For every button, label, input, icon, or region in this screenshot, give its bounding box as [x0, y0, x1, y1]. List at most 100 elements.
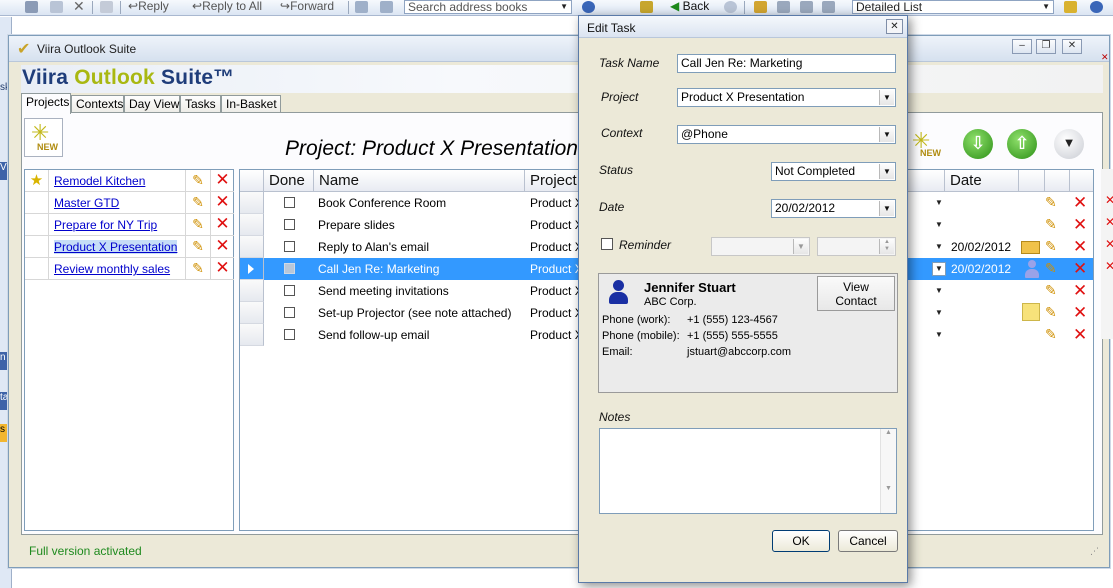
notes-textarea[interactable]: ▲ ▼: [599, 428, 897, 514]
back-button[interactable]: ◀ Back: [670, 0, 709, 15]
done-checkbox[interactable]: [284, 219, 295, 230]
pencil-icon[interactable]: ✎: [1045, 326, 1057, 343]
project-link[interactable]: Review monthly sales: [54, 262, 170, 276]
delete-x-icon[interactable]: ✕: [1073, 281, 1087, 301]
delete-x-icon[interactable]: ✕: [210, 258, 234, 280]
new-project-button[interactable]: ✳ NEW: [24, 118, 63, 157]
delete-x-icon[interactable]: ✕: [210, 214, 234, 236]
done-checkbox[interactable]: [284, 197, 295, 208]
done-checkbox[interactable]: [284, 263, 295, 274]
reminder-date-select[interactable]: ▼: [711, 237, 810, 256]
done-checkbox[interactable]: [284, 241, 295, 252]
delete-x-icon[interactable]: ✕: [210, 192, 234, 214]
date-dropdown-icon[interactable]: ▼: [932, 306, 946, 320]
view-select[interactable]: Detailed List ▼: [852, 0, 1054, 14]
delete-x-icon[interactable]: ✕: [1105, 193, 1113, 207]
reminder-time-spinner[interactable]: ▲ ▼: [817, 237, 896, 256]
project-link[interactable]: Master GTD: [54, 196, 119, 210]
delete-x-icon[interactable]: ✕: [1105, 215, 1113, 229]
list-item[interactable]: Review monthly sales ✎ ✕: [25, 258, 234, 280]
pencil-icon[interactable]: ✎: [1045, 216, 1057, 233]
close-button[interactable]: ✕: [1062, 39, 1082, 54]
tab-in-basket[interactable]: In-Basket: [221, 95, 281, 113]
restore-button[interactable]: ❐: [1036, 39, 1056, 54]
row-header[interactable]: [240, 258, 264, 280]
preview-icon[interactable]: [800, 1, 813, 13]
project-select[interactable]: Product X Presentation ▼: [677, 88, 896, 107]
row-header[interactable]: [240, 280, 264, 302]
project-link[interactable]: Remodel Kitchen: [54, 174, 145, 188]
move-down-button[interactable]: ⇩: [963, 129, 993, 159]
grid-icon[interactable]: [355, 1, 368, 13]
view-contact-button[interactable]: View Contact: [817, 276, 895, 311]
date-dropdown-icon[interactable]: ▼: [932, 240, 946, 254]
print-icon[interactable]: [25, 1, 38, 13]
date-picker[interactable]: 20/02/2012 ▼: [771, 199, 896, 218]
reply-button[interactable]: ↩Reply: [128, 0, 169, 15]
row-header[interactable]: [240, 192, 264, 214]
notes-scrollbar[interactable]: ▲ ▼: [880, 429, 896, 513]
pencil-icon[interactable]: ✎: [1045, 260, 1057, 277]
help-button-icon[interactable]: [1090, 1, 1103, 13]
delete-x-icon[interactable]: ✕: [1073, 193, 1087, 213]
row-header[interactable]: [240, 302, 264, 324]
reply-all-button[interactable]: ↩Reply to All: [192, 0, 262, 15]
date-dropdown-icon[interactable]: ▼: [932, 284, 946, 298]
scroll-up-icon[interactable]: ▲: [885, 429, 892, 436]
compose-icon[interactable]: [100, 1, 113, 13]
dialog-close-button[interactable]: ✕: [886, 19, 903, 34]
ok-button[interactable]: OK: [772, 530, 830, 552]
done-checkbox[interactable]: [284, 307, 295, 318]
column-header-date[interactable]: Date: [945, 170, 1019, 192]
pencil-icon[interactable]: ✎: [1045, 282, 1057, 299]
list-item[interactable]: Master GTD ✎ ✕: [25, 192, 234, 214]
envelope-icon[interactable]: [1021, 241, 1040, 254]
list-item[interactable]: Prepare for NY Trip ✎ ✕: [25, 214, 234, 236]
pencil-icon[interactable]: ✎: [1045, 194, 1057, 211]
move-icon[interactable]: [50, 1, 63, 13]
project-link[interactable]: Product X Presentation: [54, 240, 178, 254]
project-link[interactable]: Prepare for NY Trip: [54, 218, 157, 232]
done-checkbox[interactable]: [284, 285, 295, 296]
more-options-button[interactable]: ▼: [1054, 129, 1084, 159]
list-item[interactable]: Product X Presentation ✎ ✕: [25, 236, 234, 258]
column-header-done[interactable]: Done: [264, 170, 314, 192]
done-checkbox[interactable]: [284, 329, 295, 340]
date-dropdown-icon[interactable]: ▼: [932, 196, 946, 210]
delete-x-icon[interactable]: ✕: [1073, 237, 1087, 257]
delete-x-icon[interactable]: ✕: [1105, 259, 1113, 273]
note-icon[interactable]: [1022, 303, 1040, 321]
resize-grip-icon[interactable]: ⋰: [1090, 546, 1099, 557]
delete-x-icon[interactable]: ✕: [1073, 215, 1087, 235]
address-book-icon[interactable]: [380, 1, 393, 13]
cancel-button[interactable]: Cancel: [838, 530, 898, 552]
address-search-input[interactable]: Search address books ▼: [404, 0, 572, 14]
date-dropdown-icon[interactable]: ▼: [932, 328, 946, 342]
scroll-down-icon[interactable]: ▼: [885, 485, 892, 492]
pencil-icon[interactable]: ✎: [185, 258, 210, 280]
pencil-icon[interactable]: ✎: [185, 214, 210, 236]
help-icon[interactable]: [582, 1, 595, 13]
row-header[interactable]: [240, 324, 264, 346]
delete-x-icon[interactable]: ✕: [210, 236, 234, 258]
delete-x-icon[interactable]: ✕: [1073, 325, 1087, 345]
person-icon[interactable]: [1025, 260, 1039, 278]
pencil-icon[interactable]: ✎: [1045, 304, 1057, 321]
pencil-icon[interactable]: ✎: [1045, 238, 1057, 255]
delete-x-icon[interactable]: ✕: [1073, 303, 1087, 323]
delete-x-icon[interactable]: ✕: [1073, 259, 1087, 279]
delete-x-icon[interactable]: ✕: [1105, 237, 1113, 251]
forward-button[interactable]: ↪Forward: [280, 0, 334, 15]
tab-contexts[interactable]: Contexts: [71, 95, 124, 113]
mail-icon[interactable]: [1064, 1, 1077, 13]
tab-tasks[interactable]: Tasks: [180, 95, 221, 113]
status-select[interactable]: Not Completed ▼: [771, 162, 896, 181]
category-icon[interactable]: [640, 1, 653, 13]
new-task-button[interactable]: ✳ NEW: [908, 128, 948, 164]
date-dropdown-icon[interactable]: ▼: [932, 262, 946, 276]
pencil-icon[interactable]: ✎: [185, 170, 210, 192]
minimize-button[interactable]: –: [1012, 39, 1032, 54]
pencil-icon[interactable]: ✎: [185, 236, 210, 258]
tab-day-view[interactable]: Day View: [124, 95, 180, 113]
filter-icon[interactable]: [822, 1, 835, 13]
